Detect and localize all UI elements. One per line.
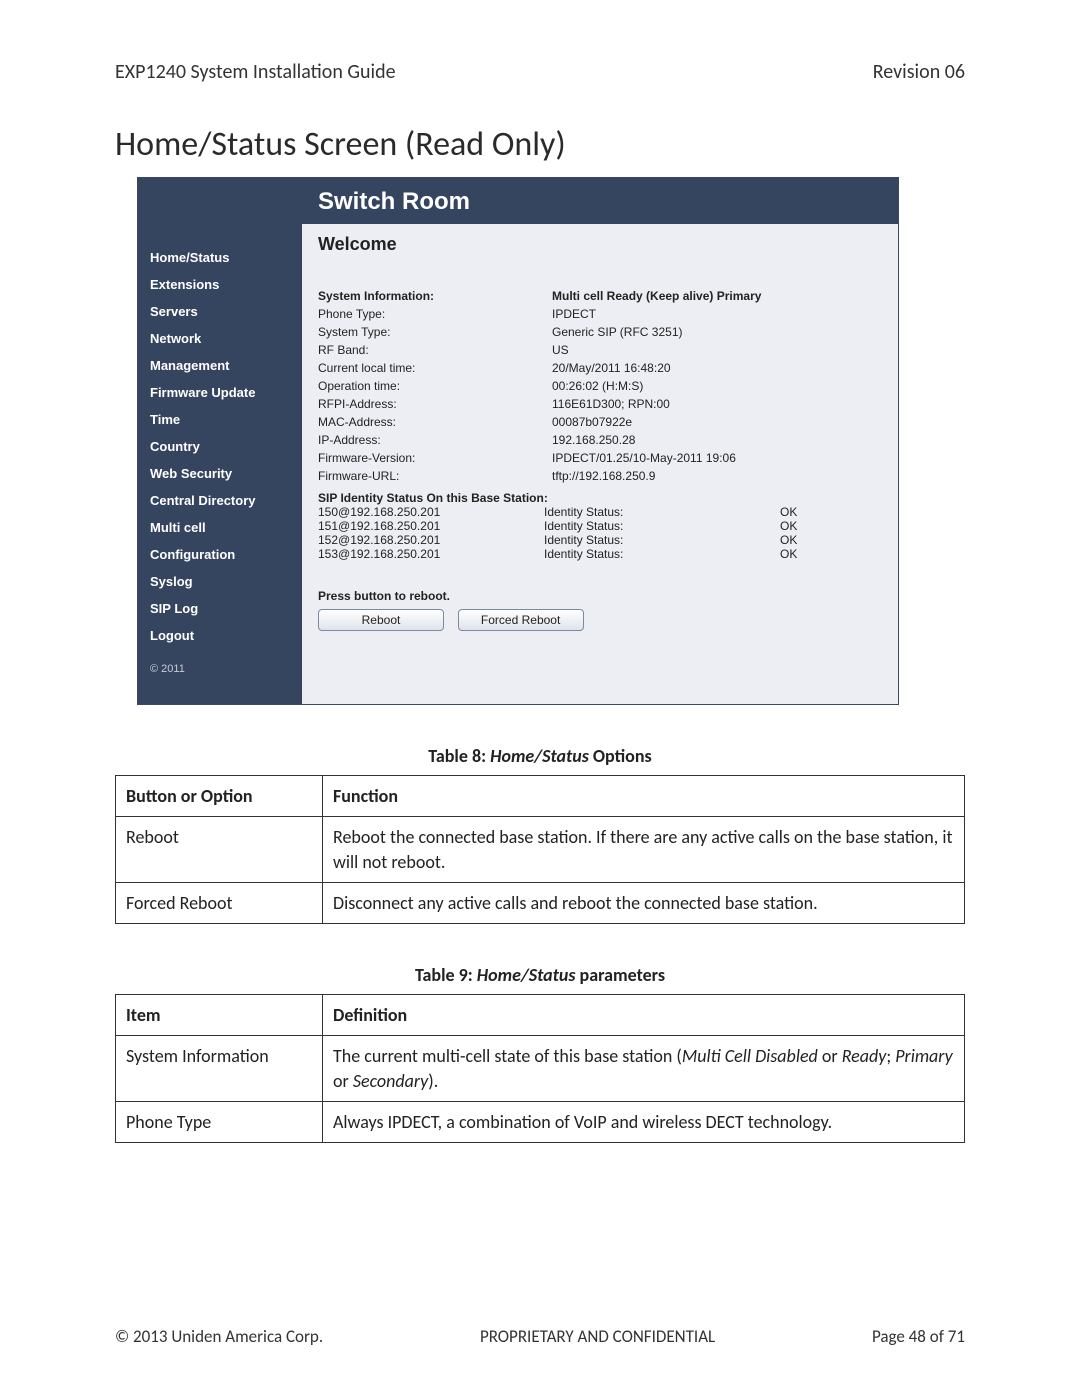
nav-country[interactable]: Country	[150, 433, 302, 460]
ui-content: Welcome System Information: Multi cell R…	[302, 224, 898, 704]
ui-title: Switch Room	[302, 178, 898, 224]
nav-logout[interactable]: Logout	[150, 622, 302, 649]
ui-sidebar: Home/Status Extensions Servers Network M…	[138, 178, 302, 704]
ui-welcome: Welcome	[318, 234, 886, 255]
sysinfo-row: IP-Address:192.168.250.28	[318, 431, 886, 449]
table-row: Reboot Reboot the connected base station…	[116, 817, 965, 883]
sysinfo-header-label: System Information:	[318, 287, 552, 305]
nav-network[interactable]: Network	[150, 325, 302, 352]
nav-syslog[interactable]: Syslog	[150, 568, 302, 595]
reboot-prompt: Press button to reboot.	[318, 589, 886, 603]
sysinfo-row: Operation time:00:26:02 (H:M:S)	[318, 377, 886, 395]
ui-copyright: © 2011	[150, 663, 302, 675]
table9-h2: Definition	[323, 995, 965, 1036]
doc-revision: Revision 06	[873, 60, 965, 84]
table8-h2: Function	[323, 776, 965, 817]
doc-title: EXP1240 System Installation Guide	[115, 60, 396, 84]
table8-h1: Button or Option	[116, 776, 323, 817]
table9-h1: Item	[116, 995, 323, 1036]
sysinfo-row: System Type:Generic SIP (RFC 3251)	[318, 323, 886, 341]
sysinfo-row: Firmware-Version:IPDECT/01.25/10-May-201…	[318, 449, 886, 467]
doc-header: EXP1240 System Installation Guide Revisi…	[115, 60, 965, 84]
sip-row: 150@192.168.250.201 Identity Status: OK	[318, 505, 886, 519]
footer-right: Page 48 of 71	[872, 1326, 965, 1347]
sysinfo-row: RFPI-Address:116E61D300; RPN:00	[318, 395, 886, 413]
forced-reboot-button[interactable]: Forced Reboot	[458, 609, 584, 631]
sysinfo-row: Phone Type:IPDECT	[318, 305, 886, 323]
embedded-ui: Home/Status Extensions Servers Network M…	[137, 177, 899, 705]
nav-multi-cell[interactable]: Multi cell	[150, 514, 302, 541]
nav-configuration[interactable]: Configuration	[150, 541, 302, 568]
sysinfo-row: MAC-Address:00087b07922e	[318, 413, 886, 431]
sysinfo-row: Firmware-URL:tftp://192.168.250.9	[318, 467, 886, 485]
sip-row: 151@192.168.250.201 Identity Status: OK	[318, 519, 886, 533]
system-info-table: System Information: Multi cell Ready (Ke…	[318, 287, 886, 485]
table-row: Forced Reboot Disconnect any active call…	[116, 882, 965, 923]
doc-footer: © 2013 Uniden America Corp. PROPRIETARY …	[115, 1326, 965, 1347]
nav-web-security[interactable]: Web Security	[150, 460, 302, 487]
footer-center: PROPRIETARY AND CONFIDENTIAL	[480, 1326, 715, 1347]
table8-caption: Table 8: Home/Status Options	[115, 745, 965, 767]
footer-left: © 2013 Uniden America Corp.	[115, 1326, 323, 1347]
reboot-button[interactable]: Reboot	[318, 609, 444, 631]
nav-home-status[interactable]: Home/Status	[150, 244, 302, 271]
ui-main: Switch Room Welcome System Information: …	[302, 178, 898, 704]
sip-row: 152@192.168.250.201 Identity Status: OK	[318, 533, 886, 547]
table-row: System Information The current multi-cel…	[116, 1036, 965, 1102]
table9: Item Definition System Information The c…	[115, 994, 965, 1143]
table-row: Phone Type Always IPDECT, a combination …	[116, 1102, 965, 1143]
nav-extensions[interactable]: Extensions	[150, 271, 302, 298]
table9-caption: Table 9: Home/Status parameters	[115, 964, 965, 986]
nav-servers[interactable]: Servers	[150, 298, 302, 325]
nav-management[interactable]: Management	[150, 352, 302, 379]
table8: Button or Option Function Reboot Reboot …	[115, 775, 965, 924]
sysinfo-row: Current local time:20/May/2011 16:48:20	[318, 359, 886, 377]
nav-firmware-update[interactable]: Firmware Update	[150, 379, 302, 406]
nav-time[interactable]: Time	[150, 406, 302, 433]
sip-row: 153@192.168.250.201 Identity Status: OK	[318, 547, 886, 561]
nav-sip-log[interactable]: SIP Log	[150, 595, 302, 622]
section-title: Home/Status Screen (Read Only)	[115, 124, 965, 165]
nav-central-directory[interactable]: Central Directory	[150, 487, 302, 514]
sysinfo-header-value: Multi cell Ready (Keep alive) Primary	[552, 287, 886, 305]
sysinfo-row: RF Band:US	[318, 341, 886, 359]
sip-status-header: SIP Identity Status On this Base Station…	[318, 491, 886, 505]
